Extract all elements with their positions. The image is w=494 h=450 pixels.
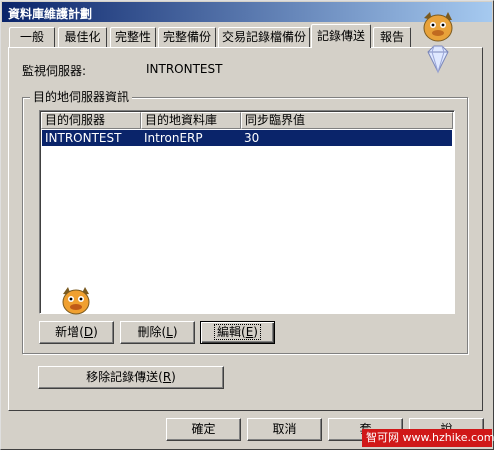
column-label: 同步臨界值 bbox=[245, 113, 306, 127]
destination-group-title: 目的地伺服器資訊 bbox=[30, 88, 133, 105]
column-header-sync-threshold[interactable]: 同步臨界值 bbox=[241, 112, 453, 129]
tab-label: 完整性 bbox=[114, 30, 151, 44]
cell-server: INTRONTEST bbox=[45, 131, 122, 145]
button-label: 刪除 bbox=[137, 325, 162, 339]
cancel-button[interactable]: 取消 bbox=[247, 418, 322, 441]
tab-log-shipping[interactable]: 記錄傳送 bbox=[311, 24, 371, 48]
diamond-icon bbox=[427, 45, 449, 74]
button-label: 移除記錄傳送 bbox=[86, 370, 159, 384]
cell-database: IntronERP bbox=[144, 131, 203, 145]
tab-integrity[interactable]: 完整性 bbox=[110, 27, 156, 47]
accelerator-key: D bbox=[83, 325, 94, 339]
tab-label: 一般 bbox=[19, 30, 44, 44]
tab-full-backup[interactable]: 完整備份 bbox=[158, 27, 216, 47]
focus-rect: 編輯(E) bbox=[214, 324, 261, 340]
mascot-icon bbox=[423, 12, 453, 42]
add-button[interactable]: 新增(D) bbox=[39, 321, 114, 344]
edit-button[interactable]: 編輯(E) bbox=[200, 321, 275, 344]
column-label: 目的地資料庫 bbox=[145, 113, 218, 127]
button-label: 取消 bbox=[272, 422, 297, 436]
tab-label: 報告 bbox=[379, 30, 404, 44]
watermark-banner: 智可网 www.hzhike.com bbox=[362, 429, 494, 447]
button-label: 新增 bbox=[55, 325, 80, 339]
accelerator-key: R bbox=[162, 370, 172, 384]
column-header-target-server[interactable]: 目的伺服器 bbox=[41, 112, 141, 129]
mascot-icon bbox=[62, 287, 90, 315]
column-label: 目的伺服器 bbox=[45, 113, 106, 127]
accelerator-key: L bbox=[166, 325, 173, 339]
tab-label: 交易記錄檔備份 bbox=[221, 30, 306, 44]
remove-log-shipping-button[interactable]: 移除記錄傳送(R) bbox=[38, 366, 224, 389]
tab-general[interactable]: 一般 bbox=[9, 27, 55, 47]
tab-label: 記錄傳送 bbox=[316, 29, 365, 43]
monitor-server-label: 監視伺服器: bbox=[22, 64, 87, 78]
table-row[interactable]: INTRONTEST IntronERP 30 bbox=[42, 130, 452, 146]
watermark-text: 智可网 www.hzhike.com bbox=[366, 431, 494, 444]
delete-button[interactable]: 刪除(L) bbox=[120, 321, 195, 344]
destination-server-list[interactable]: 目的伺服器 目的地資料庫 同步臨界值 INTRONTEST IntronERP … bbox=[39, 110, 455, 314]
cell-threshold: 30 bbox=[244, 131, 260, 145]
button-label: 確定 bbox=[191, 422, 216, 436]
button-label: 編輯 bbox=[217, 325, 242, 339]
tab-label: 完整備份 bbox=[162, 30, 211, 44]
ok-button[interactable]: 確定 bbox=[166, 418, 241, 441]
tab-label: 最佳化 bbox=[64, 30, 101, 44]
window-title: 資料庫維護計劃 bbox=[8, 7, 93, 21]
column-header-target-database[interactable]: 目的地資料庫 bbox=[141, 112, 241, 129]
tab-report[interactable]: 報告 bbox=[373, 27, 411, 47]
accelerator-key: E bbox=[245, 325, 254, 339]
monitor-server-value: INTRONTEST bbox=[146, 62, 223, 76]
tab-transaction-log-backup[interactable]: 交易記錄檔備份 bbox=[218, 27, 310, 47]
tab-optimization[interactable]: 最佳化 bbox=[58, 27, 107, 47]
